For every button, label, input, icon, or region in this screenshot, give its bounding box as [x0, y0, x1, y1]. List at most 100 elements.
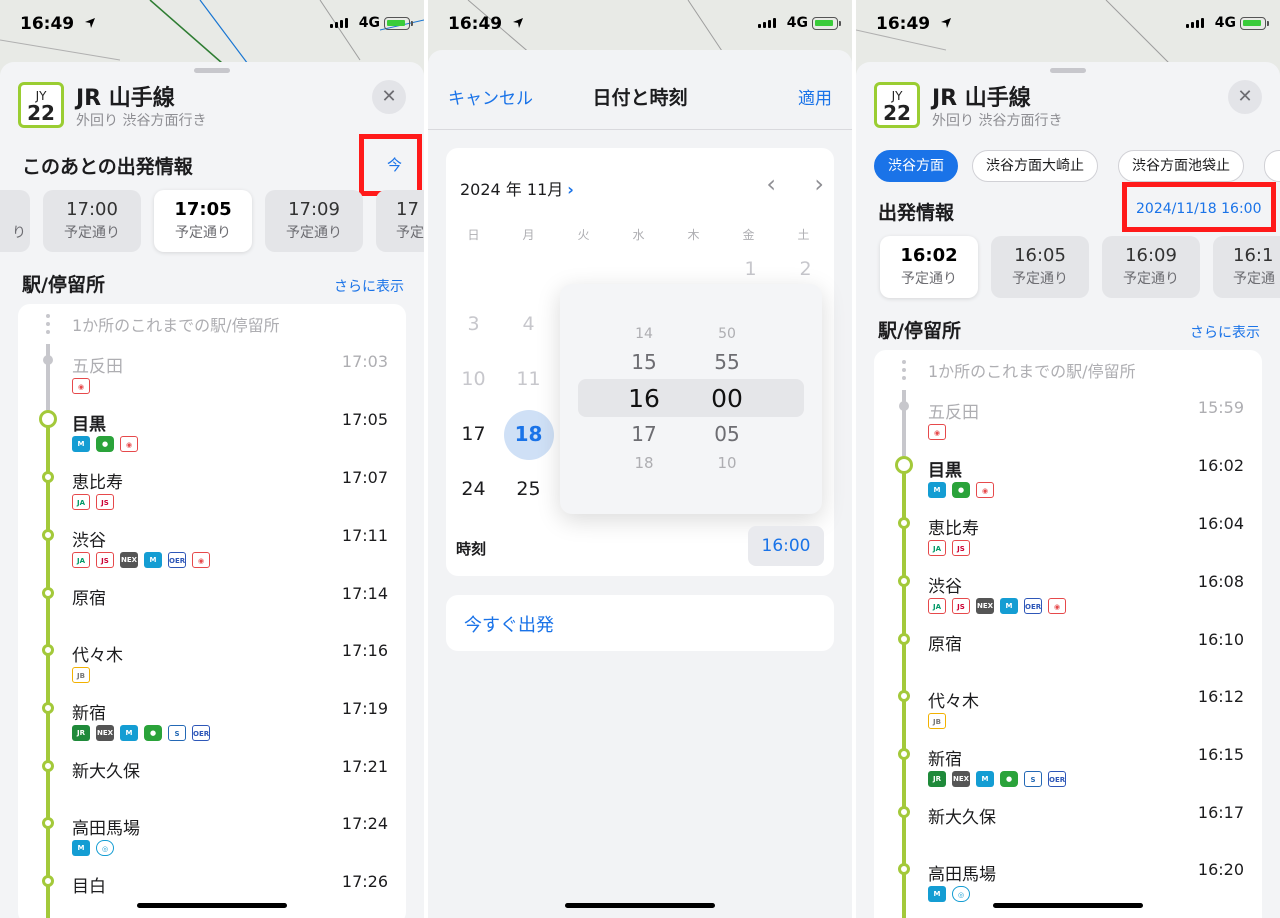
stop-time: 17:05 [341, 410, 388, 429]
stop-node-icon [42, 702, 54, 714]
stop-node-icon [898, 748, 910, 760]
previous-stops-toggle[interactable]: 1か所のこれまでの駅/停留所 [72, 312, 280, 336]
departure-card[interactable]: 16:1 予定通 [1213, 236, 1280, 298]
stop-row[interactable]: 新大久保 16:17 [874, 803, 1262, 860]
chevron-right-icon: › [567, 180, 574, 199]
stop-row[interactable]: 原宿 16:10 [874, 630, 1262, 687]
stop-row[interactable]: 高田馬場 17:24 M ◎ [18, 814, 406, 872]
ja-icon: JA [928, 540, 946, 556]
departure-card[interactable]: 16:05 予定通り [991, 236, 1089, 298]
selected-date-time-button[interactable]: 2024/11/18 16:00 [1136, 201, 1262, 217]
stop-row[interactable]: 原宿 17:14 [18, 584, 406, 641]
hour-option[interactable]: 18 [604, 454, 684, 472]
previous-month-button[interactable]: ‹ [766, 170, 776, 198]
stop-row[interactable]: 渋谷 16:08 JA JS NEX M OER ◉ [874, 572, 1262, 630]
chip-shibuya[interactable]: 渋谷方面 [874, 150, 958, 182]
sheet-grabber[interactable] [194, 68, 230, 73]
stop-row[interactable]: 渋谷 17:11 JA JS NEX M OER ◉ [18, 526, 406, 584]
stop-row[interactable]: 新宿 16:15 JR NEX M ● S OER [874, 745, 1262, 803]
minute-option[interactable]: 50 [687, 326, 767, 342]
hour-selected[interactable]: 16 [604, 384, 684, 413]
minute-selected[interactable]: 00 [687, 384, 767, 413]
stop-row[interactable]: 目白 17:26 [18, 872, 406, 918]
minute-option[interactable]: 55 [687, 350, 767, 374]
hour-option[interactable]: 17 [604, 422, 684, 446]
stop-time: 16:20 [1197, 860, 1244, 879]
calendar-day[interactable]: 4 [501, 313, 556, 335]
stop-row[interactable]: 目黒 16:02 M ● ◉ [874, 456, 1262, 514]
stop-node-icon [898, 575, 910, 587]
stop-node-icon [42, 587, 54, 599]
departure-card[interactable]: 17:09 予定通り [265, 190, 363, 252]
departure-card-selected[interactable]: 16:02 予定通り [880, 236, 978, 298]
line-sheet[interactable]: JY 22 JR 山手線 外回り 渋谷方面行き ✕ このあとの出発情報 今 7り… [0, 62, 424, 918]
departure-card[interactable]: 16:09 予定通り [1102, 236, 1200, 298]
month-selector[interactable]: 2024 年 11月 › [460, 176, 574, 200]
calendar-day[interactable]: 1 [723, 258, 778, 280]
stop-node-icon [42, 817, 54, 829]
calendar-day[interactable]: 11 [501, 368, 556, 390]
weekday-label: 火 [577, 228, 590, 242]
stop-name: 五反田 [928, 403, 979, 423]
home-indicator [565, 903, 715, 908]
bus-icon: ◉ [72, 378, 90, 394]
location-arrow-icon [513, 18, 523, 28]
stop-name: 目黒 [928, 461, 962, 481]
metro-icon: M [928, 482, 946, 498]
stop-node-icon [898, 633, 910, 645]
next-month-button[interactable]: › [814, 170, 824, 198]
calendar-day[interactable]: 2 [778, 258, 833, 280]
stop-row[interactable]: 五反田 15:59 ◉ [874, 398, 1262, 456]
line-badge: JY 22 [874, 82, 920, 128]
bus-icon: ◉ [192, 552, 210, 568]
calendar-day[interactable]: 24 [446, 478, 501, 500]
stop-row[interactable]: 高田馬場 16:20 M ◎ [874, 860, 1262, 918]
calendar-day[interactable]: 10 [446, 368, 501, 390]
selected-day[interactable]: 18 [501, 422, 556, 446]
calendar-day[interactable]: 17 [446, 423, 501, 445]
chip-shibuya-osaki[interactable]: 渋谷方面大崎止 [972, 150, 1098, 182]
close-button[interactable]: ✕ [1228, 80, 1262, 114]
previous-stops-toggle[interactable]: 1か所のこれまでの駅/停留所 [928, 358, 1136, 382]
stop-time: 17:07 [341, 468, 388, 487]
chip-more[interactable] [1264, 150, 1280, 182]
calendar-day[interactable]: 3 [446, 313, 501, 335]
apply-button[interactable]: 適用 [798, 84, 832, 109]
stop-row[interactable]: 恵比寿 16:04 JA JS [874, 514, 1262, 572]
departure-row[interactable]: 16:02 予定通り 16:05 予定通り 16:09 予定通り 16:1 予定通 [856, 236, 1280, 298]
departure-card[interactable]: 7り [0, 190, 30, 252]
stop-row[interactable]: 五反田 17:03 ◉ [18, 352, 406, 410]
stop-row[interactable]: 恵比寿 17:07 JA JS [18, 468, 406, 526]
calendar-day[interactable]: 25 [501, 478, 556, 500]
stop-row[interactable]: 目黒 17:05 M ● ◉ [18, 410, 406, 468]
stops-list: 1か所のこれまでの駅/停留所 五反田 15:59 ◉ 目黒 16:02 M ● ◉ 恵比寿 16:… [874, 350, 1262, 918]
transfer-icons: ◉ [928, 424, 946, 440]
transfer-icons: M ● ◉ [72, 436, 138, 452]
stop-row[interactable]: 代々木 16:12 JB [874, 687, 1262, 745]
sheet-grabber[interactable] [1050, 68, 1086, 73]
time-value-button[interactable]: 16:00 [748, 526, 824, 566]
minute-option[interactable]: 05 [687, 422, 767, 446]
odakyu-icon: OER [1024, 598, 1042, 614]
stop-row[interactable]: 新宿 17:19 JR NEX M ● S OER [18, 699, 406, 757]
show-more-link[interactable]: さらに表示 [334, 276, 404, 296]
line-sheet[interactable]: JY 22 JR 山手線 外回り 渋谷方面行き ✕ 渋谷方面 渋谷方面大崎止 渋… [856, 62, 1280, 918]
hour-option[interactable]: 14 [604, 326, 684, 342]
stop-name: 目白 [72, 877, 106, 897]
stop-row[interactable]: 新大久保 17:21 [18, 757, 406, 814]
departure-card[interactable]: 17 予定 [376, 190, 424, 252]
stop-row[interactable]: 代々木 17:16 JB [18, 641, 406, 699]
hour-option[interactable]: 15 [604, 350, 684, 374]
time-wheel-picker[interactable]: 14 15 16 17 18 50 55 00 05 10 [560, 284, 822, 514]
departure-card-selected[interactable]: 17:05 予定通り [154, 190, 252, 252]
weekday-label: 土 [797, 228, 810, 242]
departure-card[interactable]: 17:00 予定通り [43, 190, 141, 252]
stop-time: 15:59 [1197, 398, 1244, 417]
depart-now-button[interactable]: 今すぐ出発 [446, 595, 834, 651]
js-icon: JS [952, 540, 970, 556]
departure-row[interactable]: 7り 17:00予定通り 17:05予定通り 17:09予定通り 17予定 [0, 190, 424, 252]
chip-shibuya-ikebukuro[interactable]: 渋谷方面池袋止 [1118, 150, 1244, 182]
show-more-link[interactable]: さらに表示 [1190, 322, 1260, 342]
close-button[interactable]: ✕ [372, 80, 406, 114]
minute-option[interactable]: 10 [687, 454, 767, 472]
